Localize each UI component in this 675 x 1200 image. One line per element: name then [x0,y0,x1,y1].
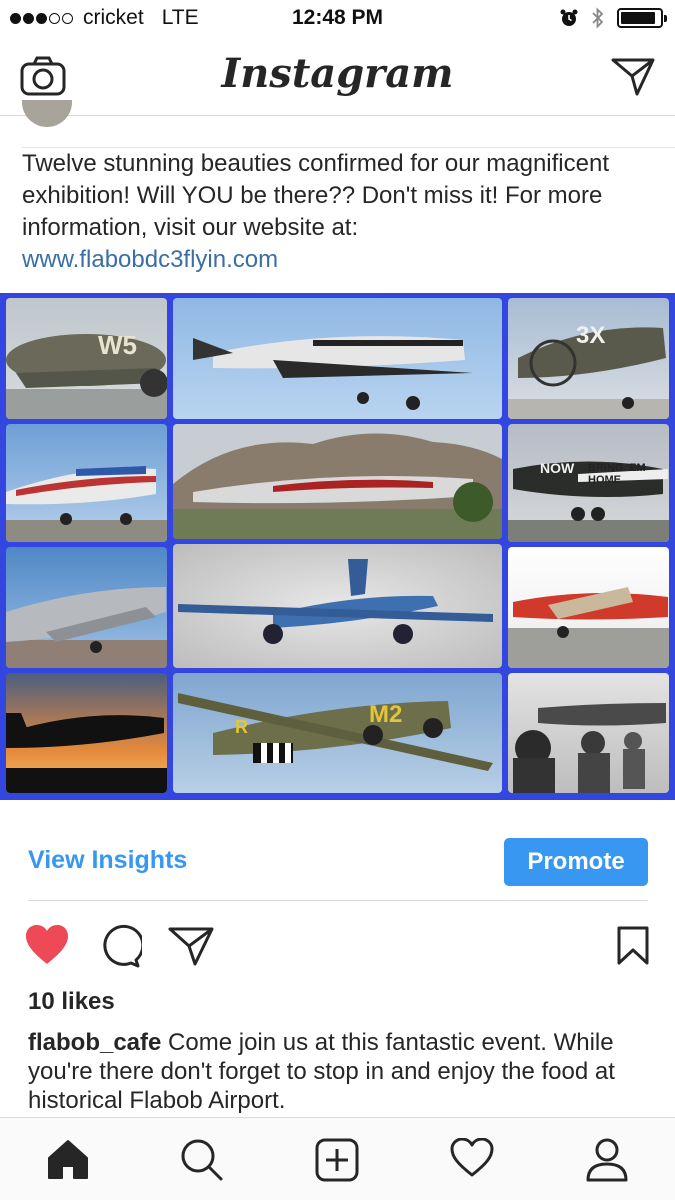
bluetooth-icon [592,7,604,29]
avatar[interactable] [22,100,72,127]
heart-filled-icon[interactable] [24,924,70,966]
add-post-icon[interactable] [315,1138,359,1182]
bookmark-icon[interactable] [616,926,650,966]
photo-tile-mountain [173,424,502,539]
profile-icon[interactable] [586,1138,628,1182]
comment: flabob_cafe Come join us at this fantast… [28,1028,648,1115]
tab-bar [0,1117,675,1200]
photo-tile-sunset [6,673,167,793]
tail-code-w5: W5 [98,330,137,360]
alarm-icon [560,9,578,26]
tail-code-3x: 3X [576,322,606,349]
nose-art-now: NOW [540,460,575,476]
home-icon[interactable] [46,1138,90,1180]
battery-icon [617,8,667,28]
nose-art-bring-em-home: BRING 'EM HOME [588,462,646,486]
share-icon[interactable] [168,926,214,966]
photo-tile-silver-ground [6,547,167,668]
comment-icon[interactable] [98,924,142,968]
photo-tile-3x: 3X [508,298,669,419]
photo-tile-red-wing [508,547,669,668]
tail-letter-r: R [235,717,248,737]
comment-username[interactable]: flabob_cafe [28,1029,161,1056]
status-right [559,6,667,30]
top-nav: Instagram [0,38,675,116]
photo-tile-red-stripe [6,424,167,542]
activity-icon[interactable] [450,1138,494,1178]
search-icon[interactable] [180,1138,224,1182]
divider [28,900,648,901]
photo-tile-w5: W5 [6,298,167,419]
instagram-logo: Instagram [221,50,454,97]
post-actions [0,922,675,972]
website-link[interactable]: www.flabobdc3flyin.com [22,244,662,276]
fuselage-code-m2: M2 [369,701,403,728]
insights-row: View Insights Promote [0,836,675,888]
photo-tile-d-day: M2 R [173,673,502,793]
photo-tile-checkered [173,298,502,419]
post-caption: Twelve stunning beauties confirmed for o… [22,148,662,276]
promote-button[interactable]: Promote [504,838,648,886]
post-image[interactable]: W5 3X NOW BRING 'EM HOME M2 R [0,293,675,800]
direct-message-icon[interactable] [611,56,655,96]
photo-tile-paratroopers [508,673,669,793]
caption-text: Twelve stunning beauties confirmed for o… [22,150,609,241]
view-insights-link[interactable]: View Insights [28,846,187,875]
photo-tile-bring-em-home: NOW BRING 'EM HOME [508,424,669,542]
likes-count[interactable]: 10 likes [28,988,115,1016]
status-bar: cricket LTE 12:48 PM [0,0,675,38]
photo-tile-clouds [173,544,502,668]
